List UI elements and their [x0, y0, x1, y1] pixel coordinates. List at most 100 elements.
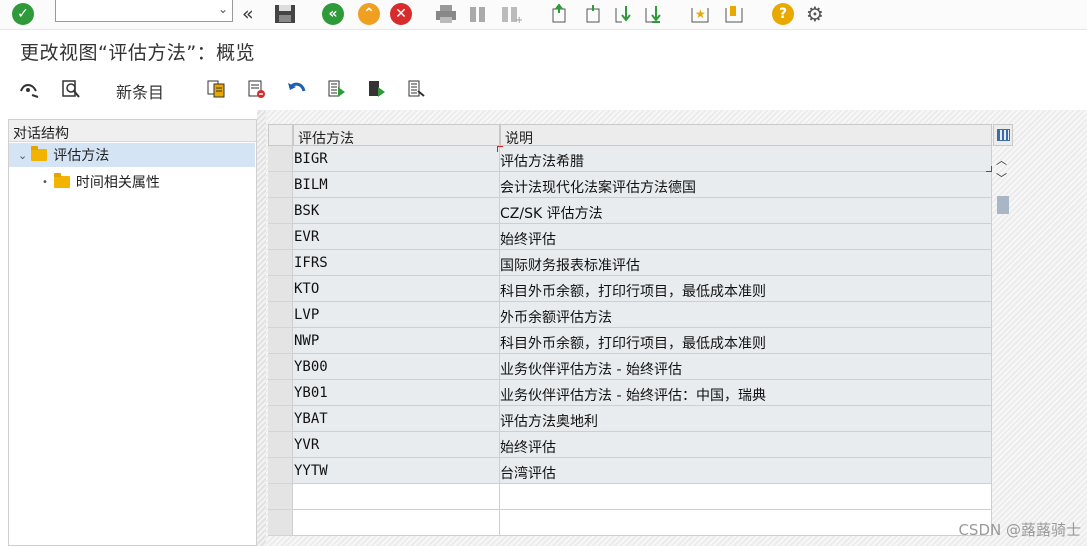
create-shortcut-icon[interactable]: ★	[688, 2, 712, 26]
cell-description[interactable]: 科目外币余额，打印行项目，最低成本准则	[500, 328, 992, 354]
copy-icon[interactable]	[206, 78, 228, 100]
cell-valuation-method[interactable]: BSK	[293, 198, 500, 224]
cell-description[interactable]: 业务伙伴评估方法 - 始终评估	[500, 354, 992, 380]
first-page-icon[interactable]	[548, 2, 570, 26]
select-all-icon[interactable]	[326, 78, 348, 100]
cell-valuation-method[interactable]: YYTW	[293, 458, 500, 484]
cell-description[interactable]: 会计法现代化法案评估方法德国	[500, 172, 992, 198]
empty-table-row[interactable]	[268, 510, 992, 536]
print-icon[interactable]	[434, 2, 458, 26]
cell-valuation-method[interactable]	[293, 510, 500, 536]
back-double-icon[interactable]: «	[242, 2, 254, 26]
vertical-scrollbar[interactable]: ︿ ﹀	[993, 150, 1013, 546]
cell-valuation-method[interactable]: YVR	[293, 432, 500, 458]
row-selector[interactable]	[268, 432, 293, 458]
row-selector[interactable]	[268, 250, 293, 276]
tree-node-time-dependent-attributes[interactable]: • 时间相关属性	[9, 170, 255, 194]
pane-splitter[interactable]	[257, 110, 266, 546]
cell-valuation-method[interactable]: YB01	[293, 380, 500, 406]
cell-valuation-method[interactable]: KTO	[293, 276, 500, 302]
row-selector[interactable]	[268, 484, 293, 510]
cell-description[interactable]: 外币余额评估方法	[500, 302, 992, 328]
row-selector[interactable]	[268, 276, 293, 302]
table-row[interactable]: BILM 会计法现代化法案评估方法德国	[268, 172, 992, 198]
table-row[interactable]: BSK CZ/SK 评估方法	[268, 198, 992, 224]
cancel-icon[interactable]: ✕	[390, 2, 412, 26]
row-selector[interactable]	[268, 224, 293, 250]
cell-description[interactable]	[500, 510, 992, 536]
settings-icon[interactable]: ⚙	[806, 2, 824, 26]
table-row[interactable]: YBAT 评估方法奥地利	[268, 406, 992, 432]
details-icon[interactable]	[60, 78, 82, 100]
cell-valuation-method[interactable]	[293, 484, 500, 510]
scrollbar-thumb[interactable]	[997, 196, 1009, 214]
cell-valuation-method[interactable]: NWP	[293, 328, 500, 354]
find-next-icon[interactable]: +	[500, 2, 522, 26]
scroll-up-icon[interactable]: ︿	[996, 152, 1007, 168]
table-row[interactable]: YB00 业务伙伴评估方法 - 始终评估	[268, 354, 992, 380]
select-block-icon[interactable]	[366, 78, 388, 100]
cell-valuation-method[interactable]: EVR	[293, 224, 500, 250]
row-selector[interactable]	[268, 510, 293, 536]
bookmark-icon[interactable]	[722, 2, 748, 26]
column-settings-icon[interactable]	[993, 124, 1013, 146]
select-all-header[interactable]	[268, 124, 293, 146]
back-icon[interactable]: «	[322, 2, 344, 26]
display-change-icon[interactable]	[18, 78, 40, 100]
row-selector[interactable]	[268, 172, 293, 198]
cell-valuation-method[interactable]: LVP	[293, 302, 500, 328]
check-icon[interactable]: ✓	[12, 2, 34, 26]
cell-description[interactable]: CZ/SK 评估方法	[500, 198, 992, 224]
table-row[interactable]: YB01 业务伙伴评估方法 - 始终评估：中国，瑞典	[268, 380, 992, 406]
deselect-all-icon[interactable]	[406, 78, 428, 100]
cell-valuation-method[interactable]: YBAT	[293, 406, 500, 432]
table-row[interactable]: BIGR 评估方法希腊	[268, 146, 992, 172]
chevron-down-icon[interactable]: ⌄	[218, 2, 228, 16]
cell-description[interactable]: 科目外币余额，打印行项目，最低成本准则	[500, 276, 992, 302]
row-selector[interactable]	[268, 198, 293, 224]
help-icon[interactable]: ?	[772, 2, 794, 26]
cell-description[interactable]: 评估方法奥地利	[500, 406, 992, 432]
column-header-valuation-method[interactable]: 评估方法	[293, 124, 500, 147]
column-header-description[interactable]: 说明	[500, 124, 992, 147]
cell-valuation-method[interactable]: BILM	[293, 172, 500, 198]
cell-valuation-method[interactable]: IFRS	[293, 250, 500, 276]
cell-description[interactable]: 国际财务报表标准评估	[500, 250, 992, 276]
exit-icon[interactable]: ⌃	[358, 2, 380, 26]
table-row[interactable]: IFRS 国际财务报表标准评估	[268, 250, 992, 276]
table-row[interactable]: LVP 外币余额评估方法	[268, 302, 992, 328]
find-icon[interactable]	[468, 2, 488, 26]
cell-description[interactable]: 始终评估	[500, 224, 992, 250]
prev-page-icon[interactable]	[582, 2, 604, 26]
cell-description[interactable]: 始终评估	[500, 432, 992, 458]
row-selector[interactable]	[268, 146, 293, 172]
cell-description[interactable]	[500, 484, 992, 510]
new-entries-button[interactable]: 新条目	[116, 79, 164, 103]
chevron-down-icon[interactable]: ⌄	[18, 149, 27, 162]
row-selector[interactable]	[268, 458, 293, 484]
next-page-icon[interactable]	[612, 2, 636, 26]
last-page-icon[interactable]	[642, 2, 668, 26]
empty-table-row[interactable]	[268, 484, 992, 510]
table-row[interactable]: NWP 科目外币余额，打印行项目，最低成本准则	[268, 328, 992, 354]
row-selector[interactable]	[268, 302, 293, 328]
delete-icon[interactable]	[246, 78, 268, 100]
table-row[interactable]: YYTW 台湾评估	[268, 458, 992, 484]
row-selector[interactable]	[268, 406, 293, 432]
cell-valuation-method[interactable]: YB00	[293, 354, 500, 380]
command-field[interactable]: ⌄	[55, 0, 233, 22]
table-row[interactable]: KTO 科目外币余额，打印行项目，最低成本准则	[268, 276, 992, 302]
row-selector[interactable]	[268, 380, 293, 406]
row-selector[interactable]	[268, 328, 293, 354]
table-row[interactable]: YVR 始终评估	[268, 432, 992, 458]
save-icon[interactable]	[274, 2, 296, 26]
row-selector[interactable]	[268, 354, 293, 380]
command-input[interactable]	[60, 1, 210, 20]
table-row[interactable]: EVR 始终评估	[268, 224, 992, 250]
cell-description[interactable]: 业务伙伴评估方法 - 始终评估：中国，瑞典	[500, 380, 992, 406]
tree-node-valuation-method[interactable]: ⌄ 评估方法	[9, 143, 255, 167]
undo-icon[interactable]	[286, 78, 308, 100]
scroll-down-icon[interactable]: ﹀	[996, 170, 1007, 186]
cell-valuation-method[interactable]: BIGR	[293, 146, 500, 172]
cell-description[interactable]: 台湾评估	[500, 458, 992, 484]
